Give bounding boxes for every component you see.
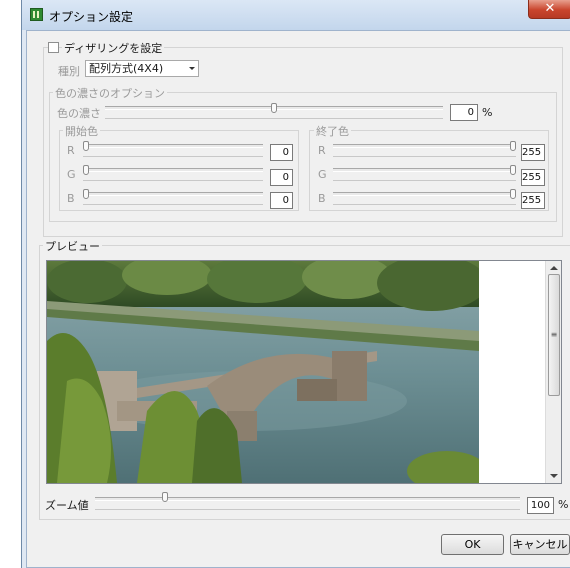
- start-r-label: R: [67, 144, 75, 157]
- close-button[interactable]: ✕: [528, 0, 570, 19]
- chevron-down-icon: [189, 67, 195, 70]
- zoom-unit: %: [558, 498, 569, 511]
- title-bar[interactable]: オプション設定 ✕: [22, 0, 570, 30]
- density-group-label: 色の濃さのオプション: [53, 85, 167, 101]
- ok-button[interactable]: OK: [441, 534, 504, 555]
- dither-checkbox[interactable]: [48, 42, 59, 53]
- density-slider-thumb[interactable]: [271, 103, 277, 113]
- options-dialog: オプション設定 ✕ ディザリングを設定 種別 配列方式(4X4) 色の濃さのオプ…: [21, 0, 570, 568]
- cancel-button[interactable]: キャンセル: [510, 534, 570, 555]
- density-slider-ticks: [105, 118, 443, 119]
- preview-scrollbar[interactable]: ≡: [545, 261, 561, 483]
- end-b-value[interactable]: 255: [521, 192, 545, 209]
- end-color-label: 終了色: [314, 123, 351, 139]
- zoom-slider-thumb[interactable]: [162, 492, 169, 502]
- zoom-label: ズーム値: [45, 499, 89, 512]
- end-g-ticks: [333, 180, 516, 181]
- start-r-thumb[interactable]: [83, 141, 89, 151]
- end-g-thumb[interactable]: [510, 165, 516, 175]
- dither-type-label: 種別: [58, 65, 80, 78]
- window-title: オプション設定: [49, 10, 134, 24]
- dither-type-select[interactable]: 配列方式(4X4): [85, 60, 199, 77]
- density-unit: %: [482, 106, 493, 119]
- scroll-thumb[interactable]: ≡: [548, 274, 560, 396]
- start-g-label: G: [67, 168, 76, 181]
- start-b-value[interactable]: 0: [270, 192, 293, 209]
- start-b-thumb[interactable]: [83, 189, 89, 199]
- start-g-thumb[interactable]: [83, 165, 89, 175]
- end-g-track[interactable]: [333, 168, 516, 172]
- end-r-ticks: [333, 156, 516, 157]
- dialog-body: ディザリングを設定 種別 配列方式(4X4) 色の濃さのオプション 色の濃さ 0…: [26, 30, 570, 568]
- start-r-value[interactable]: 0: [270, 144, 293, 161]
- start-g-value[interactable]: 0: [270, 169, 293, 186]
- end-r-label: R: [318, 144, 326, 157]
- zoom-slider-track[interactable]: [95, 497, 520, 501]
- end-r-track[interactable]: [333, 144, 516, 148]
- end-b-track[interactable]: [333, 192, 516, 196]
- start-r-ticks: [83, 156, 263, 157]
- end-b-ticks: [333, 204, 516, 205]
- end-r-value[interactable]: 255: [521, 144, 545, 161]
- app-icon: [30, 8, 43, 21]
- start-color-label: 開始色: [63, 123, 100, 139]
- scroll-down-arrow-icon[interactable]: [550, 474, 558, 478]
- density-value-box[interactable]: 0: [450, 104, 478, 121]
- start-r-track[interactable]: [83, 144, 263, 148]
- start-b-ticks: [83, 204, 263, 205]
- zoom-slider-ticks: [95, 509, 520, 510]
- density-label: 色の濃さ: [57, 107, 101, 120]
- end-g-label: G: [318, 168, 327, 181]
- preview-pane[interactable]: ≡: [46, 260, 562, 484]
- end-r-thumb[interactable]: [510, 141, 516, 151]
- dither-type-value: 配列方式(4X4): [89, 62, 164, 75]
- zoom-value-box[interactable]: 100: [527, 497, 554, 514]
- dither-checkbox-label: ディザリングを設定: [62, 40, 165, 56]
- start-g-ticks: [83, 180, 263, 181]
- scroll-up-arrow-icon[interactable]: [550, 266, 558, 270]
- start-b-track[interactable]: [83, 192, 263, 196]
- preview-label: プレビュー: [43, 238, 102, 254]
- start-g-track[interactable]: [83, 168, 263, 172]
- preview-image: [47, 261, 479, 483]
- end-g-value[interactable]: 255: [521, 169, 545, 186]
- start-b-label: B: [67, 192, 75, 205]
- end-b-thumb[interactable]: [510, 189, 516, 199]
- end-b-label: B: [318, 192, 326, 205]
